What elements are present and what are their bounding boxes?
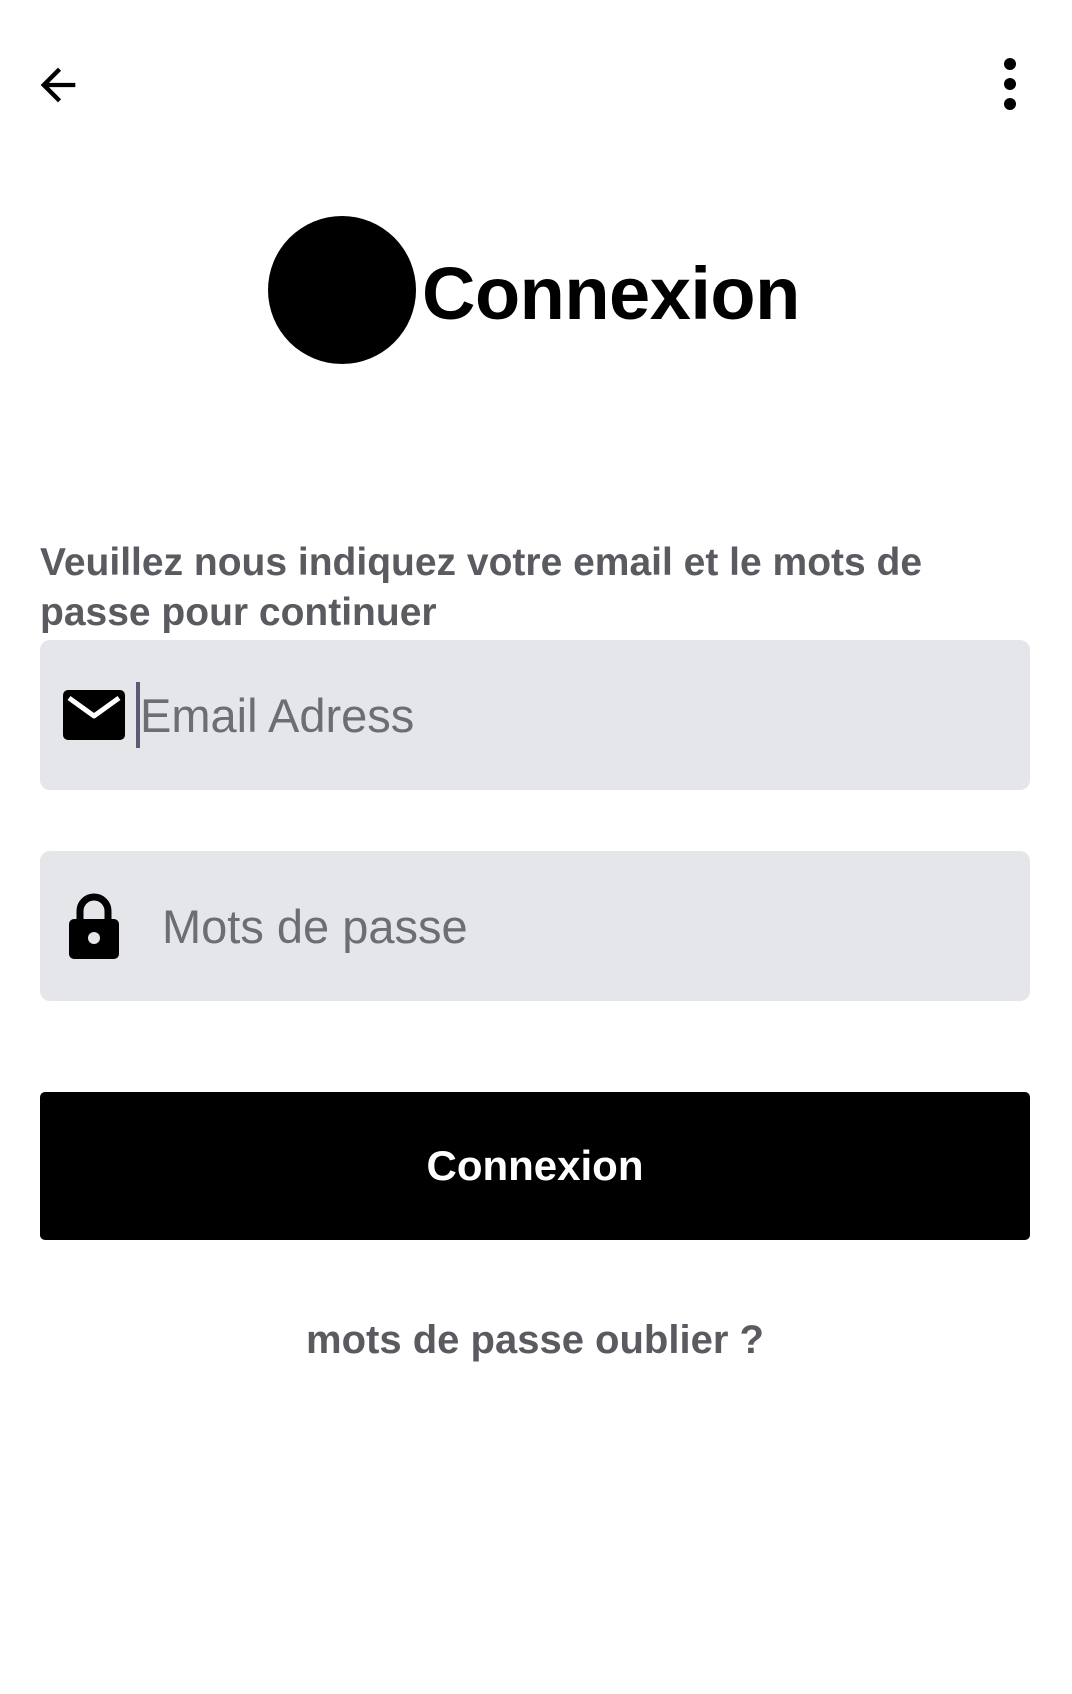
arrow-left-icon [40,67,76,103]
circle-logo [268,216,416,364]
more-vertical-icon [1004,58,1016,110]
more-options-button[interactable] [988,52,1032,116]
email-field[interactable] [40,640,1030,790]
top-app-bar [0,0,1072,170]
back-button[interactable] [28,55,88,115]
login-button[interactable]: Connexion [40,1092,1030,1240]
mail-icon [62,683,126,747]
brand-header: Connexion [268,216,800,364]
password-input[interactable] [162,886,962,966]
page-title: Connexion [422,252,800,335]
instructions-text: Veuillez nous indiquez votre email et le… [40,541,923,634]
email-input[interactable] [140,675,940,755]
forgot-password-link[interactable]: mots de passe oublier ? [0,1318,1070,1363]
password-field[interactable] [40,851,1030,1001]
lock-icon [62,893,126,959]
